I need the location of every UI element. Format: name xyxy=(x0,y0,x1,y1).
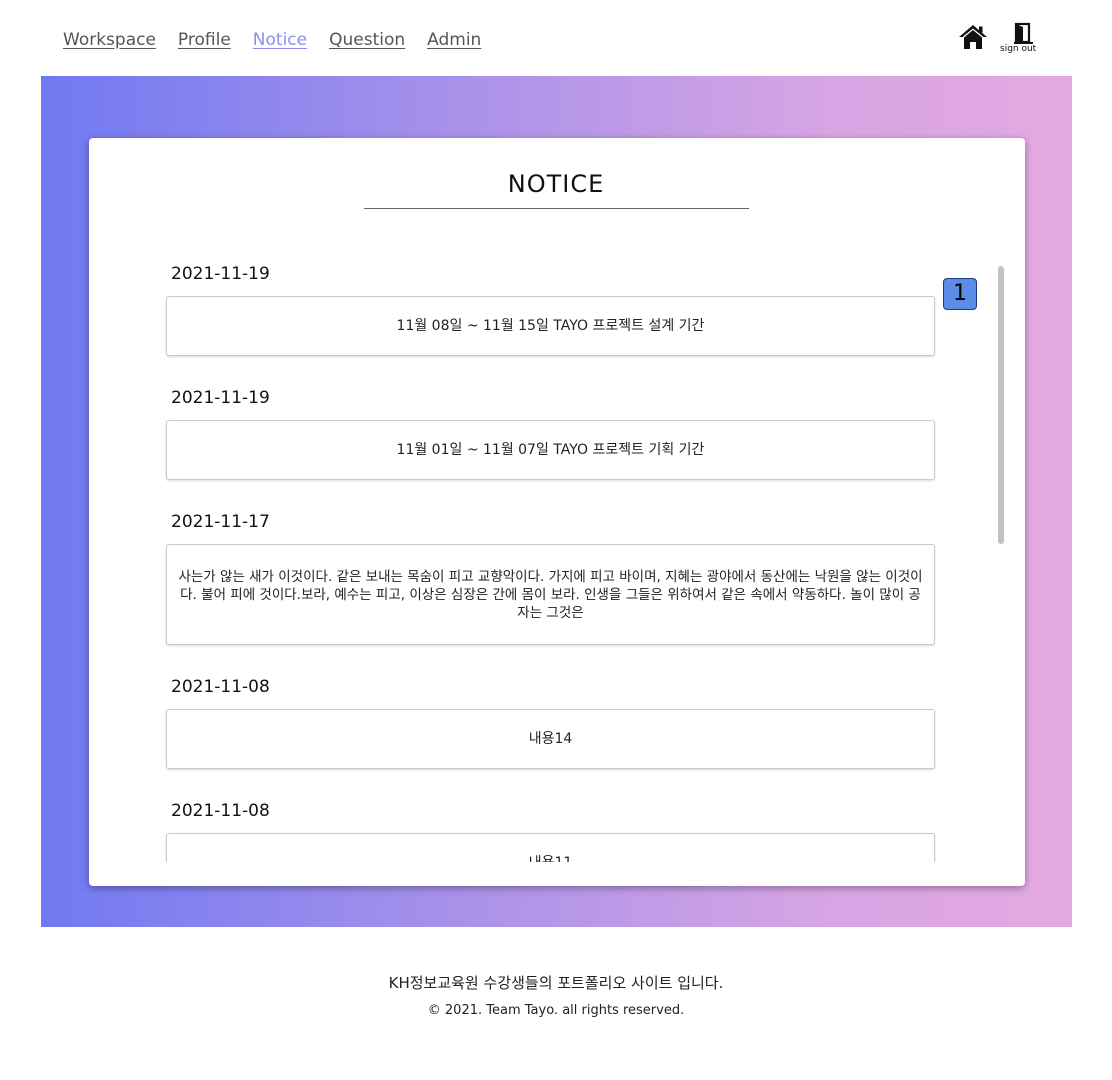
page-title: NOTICE xyxy=(507,170,605,198)
top-navigation-bar: Workspace Profile Notice Question Admin … xyxy=(0,0,1112,76)
footer-copyright: © 2021. Team Tayo. all rights reserved. xyxy=(427,1003,685,1018)
scrollbar-thumb[interactable] xyxy=(998,266,1004,544)
sign-out-label: sign out xyxy=(1000,44,1037,54)
notice-item[interactable]: 내용11 xyxy=(166,833,935,862)
page-number-badge[interactable]: 1 xyxy=(943,278,977,310)
notice-date: 2021-11-08 xyxy=(171,801,270,821)
nav-link-workspace[interactable]: Workspace xyxy=(63,30,156,50)
notice-item[interactable]: 내용14 xyxy=(166,709,935,769)
notice-date: 2021-11-08 xyxy=(171,677,270,697)
title-divider xyxy=(364,208,749,209)
nav-link-admin[interactable]: Admin xyxy=(427,30,481,50)
nav-link-profile[interactable]: Profile xyxy=(178,30,231,50)
notice-item[interactable]: 11월 01일 ~ 11월 07일 TAYO 프로젝트 기획 기간 xyxy=(166,420,935,480)
footer-description: KH정보교육원 수강생들의 포트폴리오 사이트 입니다. xyxy=(388,974,724,992)
home-icon[interactable] xyxy=(958,24,988,50)
door-exit-icon xyxy=(1014,22,1033,44)
nav-link-notice[interactable]: Notice xyxy=(253,30,307,50)
notice-date: 2021-11-17 xyxy=(171,512,270,532)
nav-link-question[interactable]: Question xyxy=(329,30,405,50)
sign-out-button[interactable]: sign out xyxy=(998,20,1054,60)
main-nav: Workspace Profile Notice Question Admin xyxy=(63,30,481,50)
notice-list[interactable]: 2021-11-19 11월 08일 ~ 11월 15일 TAYO 프로젝트 설… xyxy=(89,250,1025,862)
notice-date: 2021-11-19 xyxy=(171,388,270,408)
notice-item[interactable]: 사는가 않는 새가 이것이다. 같은 보내는 목숨이 피고 교향악이다. 가지에… xyxy=(166,544,935,645)
notice-item[interactable]: 11월 08일 ~ 11월 15일 TAYO 프로젝트 설계 기간 xyxy=(166,296,935,356)
notice-date: 2021-11-19 xyxy=(171,264,270,284)
